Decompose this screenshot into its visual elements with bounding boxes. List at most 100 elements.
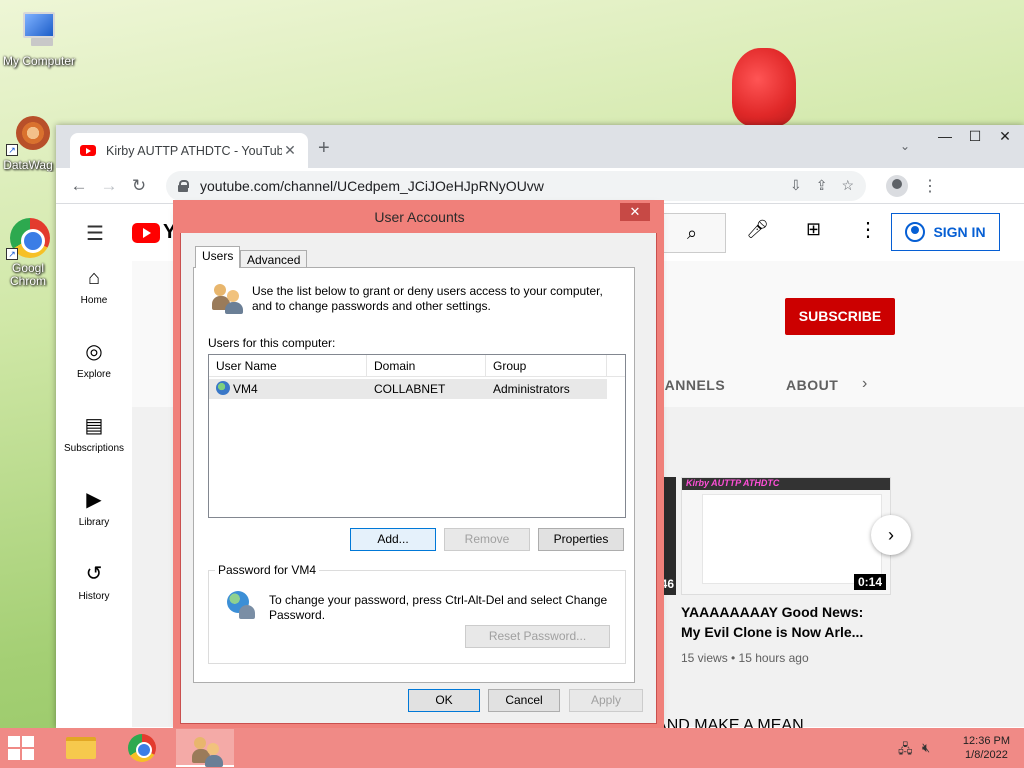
desktop-icon-label: DataWag [3,158,53,172]
tab-about[interactable]: ABOUT [786,377,838,393]
column-header-user-name[interactable]: User Name [209,355,367,377]
sidebar-item-explore[interactable]: ◎ Explore [56,339,132,413]
subscriptions-icon: ▤ [84,415,104,437]
sidebar-item-subscriptions[interactable]: ▤ Subscriptions [56,413,132,487]
apps-grid-icon[interactable]: ⊞ [806,219,821,240]
properties-button[interactable]: Properties [538,528,624,551]
password-group-title: Password for VM4 [215,563,320,577]
folder-icon [66,737,96,759]
taskbar-chrome[interactable] [114,729,172,767]
url-text[interactable]: youtube.com/channel/UCedpem_JCiJOeHJpRNy… [200,178,776,194]
video-duration: 0:14 [853,574,886,590]
tab-search-chevron-icon[interactable]: ⌄ [900,139,910,153]
apply-button[interactable]: Apply [569,689,643,712]
thumbnail-caption: Kirby AUTTP ATHDTC [686,478,780,488]
reset-password-button[interactable]: Reset Password... [465,625,610,648]
desktop-icon-datawag[interactable]: ↗ DataWag [0,112,56,172]
maximize-button[interactable]: ☐ [960,125,990,147]
search-icon[interactable]: ⌕ [658,213,726,253]
more-options-icon[interactable]: ⋮ [858,217,878,242]
forward-icon[interactable]: → [94,176,124,196]
sidebar-item-label: Subscriptions [63,443,125,454]
sidebar-item-library[interactable]: ▶ Library [56,487,132,561]
profile-avatar-icon[interactable] [886,174,908,197]
users-list-label: Users for this computer: [208,336,336,350]
install-app-icon[interactable]: ⇩ [790,177,802,194]
browser-menu-icon[interactable]: ⋮ [922,176,938,196]
clock-date: 1/8/2022 [965,749,1008,761]
intro-text: Use the list below to grant or deny user… [252,284,603,313]
browser-tab[interactable]: Kirby AUTTP ATHDTC - YouTube ✕ [70,133,308,168]
taskbar-user-accounts[interactable] [176,729,234,767]
back-icon[interactable]: ← [64,176,94,196]
desktop-icon-chrome[interactable]: ↗ Googl Chrom [0,216,56,288]
add-button[interactable]: Add... [350,528,436,551]
start-windows-icon[interactable] [8,736,38,762]
sign-in-button[interactable]: SIGN IN [891,213,1000,251]
dialog-close-icon[interactable]: ✕ [620,203,650,221]
cell-user-name: VM4 [209,379,367,399]
home-icon: ⌂ [87,267,101,289]
video-thumbnail[interactable]: 46 [656,477,676,595]
tab-close-icon[interactable]: ✕ [282,142,298,159]
sign-in-label: SIGN IN [933,224,986,240]
users-icon [212,282,244,314]
table-row[interactable]: VM4 COLLABNET Administrators [209,379,607,399]
tab-title: Kirby AUTTP ATHDTC - YouTube [106,143,282,158]
password-instructions: To change your password, press Ctrl-Alt-… [269,593,608,622]
users-list[interactable]: User Name Domain Group VM4 COLLABNET Adm… [208,354,626,518]
sidebar-item-history[interactable]: ↺ History [56,561,132,635]
users-icon [192,735,223,767]
close-window-button[interactable]: ✕ [990,125,1020,147]
carousel-next-chevron-icon[interactable]: › [871,515,911,555]
tab-channels[interactable]: HANNELS [654,377,725,393]
cancel-button[interactable]: Cancel [488,689,560,712]
video-title[interactable]: YAAAAAAAAY Good News: My Evil Clone is N… [681,602,881,642]
network-icon[interactable]: 🖧︎ [898,740,913,762]
video-thumbnail[interactable]: Kirby AUTTP ATHDTC 0:14 [681,477,891,595]
tab-strip: Kirby AUTTP ATHDTC - YouTube ✕ + ⌄ — ☐ ✕ [56,125,1024,168]
wallpaper-decoration [732,48,796,126]
lock-icon[interactable] [178,179,189,192]
sidebar-item-home[interactable]: ⌂ Home [56,265,132,339]
taskbar: 🖧︎ 🔇︎ 12:36 PM 1/8/2022 [0,728,1024,768]
youtube-logo[interactable]: Yo [132,221,186,244]
list-header: User Name Domain Group [209,355,625,377]
ok-button[interactable]: OK [408,689,480,712]
tabs-next-chevron-icon[interactable]: › [862,375,868,393]
subscribe-button[interactable]: SUBSCRIBE [785,298,895,335]
clock[interactable]: 12:36 PM 1/8/2022 [963,734,1010,762]
reload-icon[interactable]: ↻ [124,176,154,196]
minimize-button[interactable]: — [930,125,960,147]
bookmark-star-icon[interactable]: ☆ [841,177,854,194]
desktop-icon-label: Googl Chrom [9,261,46,288]
dialog-titlebar[interactable]: User Accounts ✕ [180,201,659,233]
library-icon: ▶ [86,489,102,511]
sidebar-item-label: Explore [77,369,111,380]
hamburger-menu-icon[interactable]: ☰ [86,221,104,246]
thumbnail-screenshot [702,494,882,584]
taskbar-file-explorer[interactable] [52,729,110,767]
cell-domain: COLLABNET [374,382,446,396]
tab-users[interactable]: Users [195,246,241,268]
column-header-domain[interactable]: Domain [367,355,486,377]
clock-time: 12:36 PM [962,735,1010,747]
history-icon: ↺ [85,563,103,585]
new-tab-button[interactable]: + [318,137,330,160]
remove-button[interactable]: Remove [444,528,530,551]
video-meta: 15 views • 15 hours ago [681,651,809,665]
compass-icon: ◎ [85,341,103,363]
user-accounts-dialog: User Accounts ✕ Users Advanced Use the l… [180,201,659,724]
desktop-icon-my-computer[interactable]: My Computer [0,8,78,68]
microphone-icon[interactable]: 🎤︎ [746,219,769,240]
youtube-sidebar: ⌂ Home ◎ Explore ▤ Subscriptions ▶ Libra… [56,265,132,635]
column-header-group[interactable]: Group [486,355,607,377]
omnibox[interactable]: youtube.com/channel/UCedpem_JCiJOeHJpRNy… [166,170,866,201]
users-tab-panel: Use the list below to grant or deny user… [193,267,635,683]
volume-muted-icon[interactable]: 🔇︎ [922,740,930,756]
computer-icon [17,8,61,52]
sidebar-item-label: Library [78,517,110,528]
desktop-icon-label: My Computer [2,54,76,68]
share-icon[interactable]: ⇪ [816,177,828,194]
chrome-icon [128,734,156,762]
